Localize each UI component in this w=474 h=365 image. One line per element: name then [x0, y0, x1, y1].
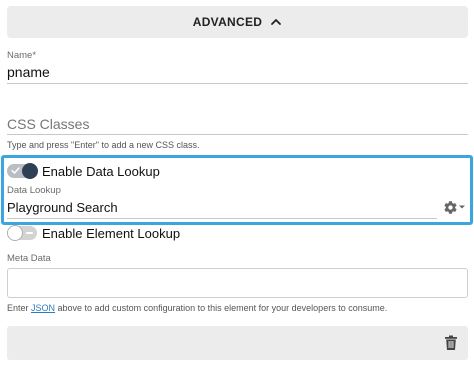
meta-data-hint-prefix: Enter [7, 303, 32, 313]
css-classes-underline [7, 134, 468, 135]
toggle-off-mark [26, 232, 33, 234]
chevron-up-icon [271, 19, 282, 25]
meta-data-hint-suffix: above to add custom configuration to thi… [55, 303, 388, 313]
meta-data-hint: Enter JSON above to add custom configura… [7, 303, 387, 313]
json-link[interactable]: JSON [31, 303, 55, 313]
data-lookup-field-label: Data Lookup [7, 185, 61, 196]
gear-icon [444, 200, 457, 214]
data-lookup-underline [7, 218, 437, 219]
enable-data-lookup-label: Enable Data Lookup [42, 164, 160, 179]
css-classes-hint: Type and press "Enter" to add a new CSS … [7, 140, 200, 150]
check-icon [11, 167, 20, 174]
advanced-label: ADVANCED [192, 15, 263, 29]
name-input-underline [7, 83, 468, 84]
enable-data-lookup-toggle[interactable] [7, 163, 38, 179]
caret-down-icon [459, 205, 465, 209]
toggle-knob [7, 225, 23, 241]
footer-bar [7, 326, 468, 360]
trash-icon[interactable] [444, 335, 458, 351]
enable-element-lookup-label: Enable Element Lookup [42, 226, 181, 241]
data-lookup-settings-button[interactable] [443, 199, 465, 215]
toggle-knob [22, 163, 38, 179]
advanced-section-toggle[interactable]: ADVANCED [7, 6, 468, 38]
name-input[interactable]: pname [7, 64, 50, 80]
enable-element-lookup-toggle[interactable] [7, 225, 37, 241]
name-field-label: Name* [7, 50, 37, 61]
meta-data-label: Meta Data [7, 253, 51, 264]
data-lookup-select[interactable]: Playground Search [7, 200, 118, 215]
css-classes-input[interactable]: CSS Classes [7, 116, 89, 132]
meta-data-input[interactable] [7, 268, 468, 298]
